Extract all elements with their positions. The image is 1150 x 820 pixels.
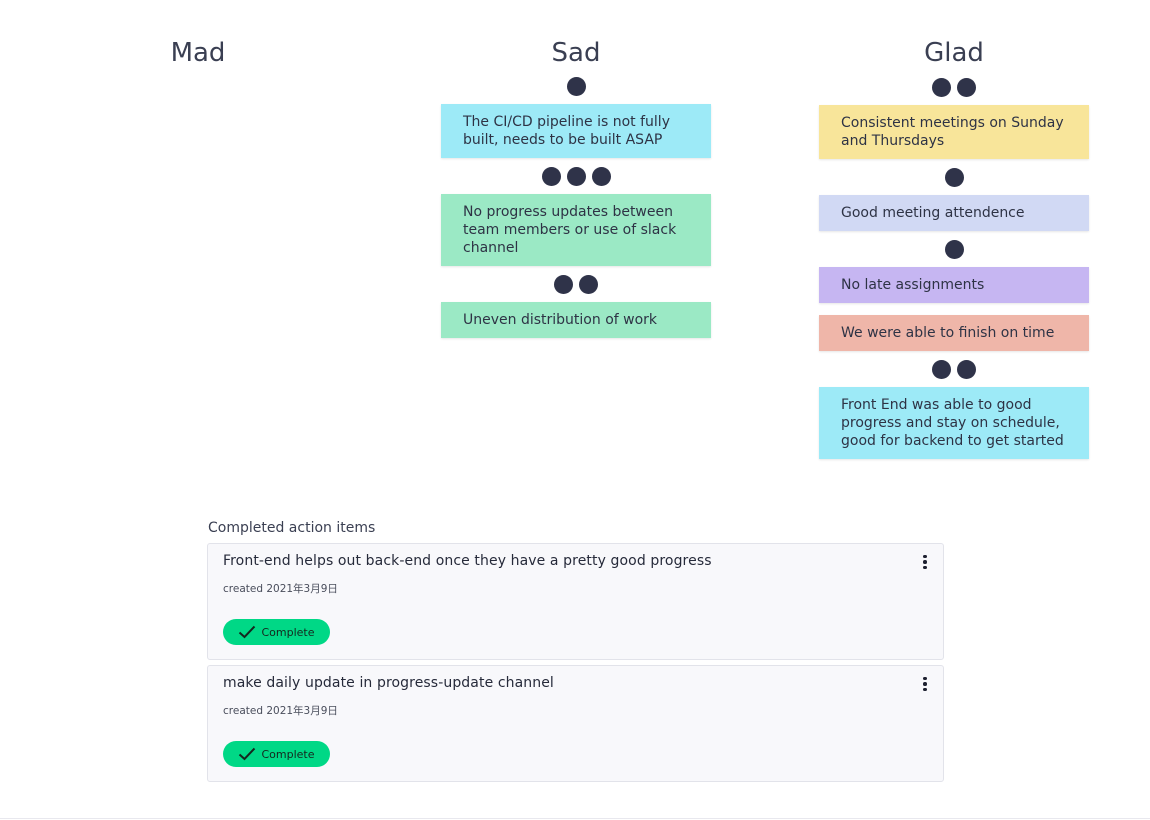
vote-dot [932, 359, 951, 379]
action-item-date: created 2021年3月9日 [223, 705, 338, 717]
complete-button[interactable]: Complete [223, 741, 330, 767]
action-item-card: Front-end helps out back-end once they h… [207, 543, 944, 660]
retro-card[interactable]: Uneven distribution of work [441, 302, 711, 338]
column-title-glad: Glad [924, 38, 984, 68]
vote-dot [944, 239, 964, 259]
vote-dot [957, 77, 976, 97]
retro-card[interactable]: Front End was able to good progress and … [819, 387, 1089, 459]
retro-card[interactable]: Consistent meetings on Sunday and Thursd… [819, 105, 1089, 159]
column-title-sad: Sad [551, 38, 601, 68]
vote-dots [819, 77, 1089, 97]
retro-card[interactable]: Good meeting attendence [819, 195, 1089, 231]
checkmark-icon [239, 625, 256, 639]
footer-divider [0, 818, 1150, 819]
vote-dot [579, 274, 598, 294]
vote-dot [541, 166, 561, 186]
vote-dots [441, 76, 711, 96]
complete-button[interactable]: Complete [223, 619, 330, 645]
column-sad: The CI/CD pipeline is not fully built, n… [441, 76, 711, 338]
checkmark-icon [239, 747, 256, 761]
retro-card[interactable]: The CI/CD pipeline is not fully built, n… [441, 104, 711, 158]
action-item-date: created 2021年3月9日 [223, 583, 338, 595]
vote-dot [932, 77, 951, 97]
retro-card[interactable]: No progress updates between team members… [441, 194, 711, 266]
vote-dot [566, 76, 586, 96]
vote-dots [441, 166, 711, 186]
vote-dot [591, 166, 611, 186]
more-options-icon[interactable] [917, 675, 933, 693]
vote-dot [944, 167, 964, 187]
action-item-title: Front-end helps out back-end once they h… [223, 553, 712, 569]
vote-dot [566, 166, 586, 186]
column-glad: Consistent meetings on Sunday and Thursd… [819, 77, 1089, 459]
retro-card[interactable]: We were able to finish on time [819, 315, 1089, 351]
section-label-completed-action-items: Completed action items [208, 520, 376, 536]
complete-button-label: Complete [261, 625, 315, 639]
vote-dots [819, 239, 1089, 259]
more-options-icon[interactable] [917, 553, 933, 571]
retro-card[interactable]: No late assignments [819, 267, 1089, 303]
action-item-title: make daily update in progress-update cha… [223, 675, 554, 691]
vote-dots [441, 274, 711, 294]
vote-dots [819, 167, 1089, 187]
vote-dots [819, 359, 1089, 379]
complete-button-label: Complete [261, 747, 315, 761]
vote-dot [554, 274, 573, 294]
vote-dot [957, 359, 976, 379]
column-title-mad: Mad [170, 38, 226, 68]
action-item-card: make daily update in progress-update cha… [207, 665, 944, 782]
